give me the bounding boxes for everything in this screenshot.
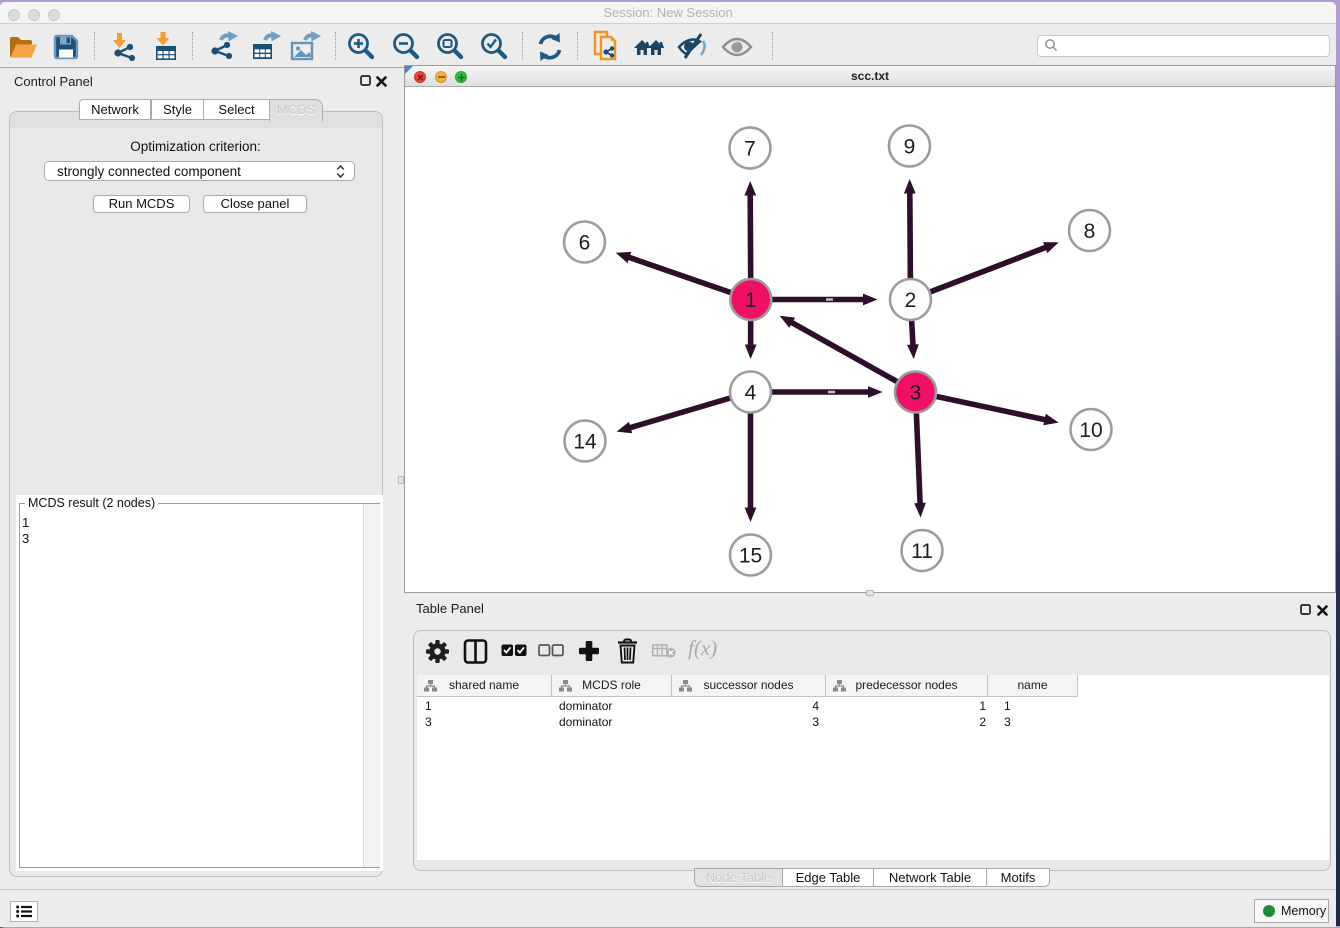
svg-text:3: 3 (910, 382, 922, 405)
svg-text:10: 10 (1079, 419, 1102, 442)
svg-text:6: 6 (579, 232, 591, 255)
svg-text:14: 14 (573, 431, 597, 454)
svg-text:15: 15 (739, 545, 762, 568)
svg-text:4: 4 (745, 382, 757, 405)
svg-text:11: 11 (911, 540, 933, 563)
svg-text:9: 9 (904, 136, 916, 159)
svg-text:8: 8 (1084, 220, 1096, 243)
svg-text:2: 2 (905, 289, 917, 312)
svg-text:7: 7 (744, 138, 756, 161)
svg-text:1: 1 (745, 289, 757, 312)
